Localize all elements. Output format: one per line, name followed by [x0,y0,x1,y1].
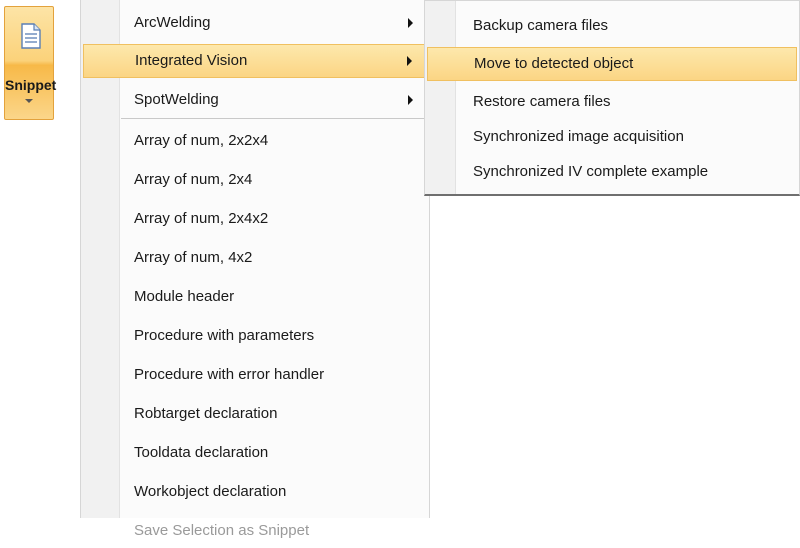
menu-item-save-selection-as-snippet: Save Selection as Snippet [83,514,427,548]
submenu-item-label: Move to detected object [474,55,634,72]
menu-item-module-header[interactable]: Module header [83,280,427,314]
menu-item-label: ArcWelding [134,14,211,31]
submenu-arrow-icon [408,18,413,28]
snippet-button-label: Snippet [5,77,57,93]
menu-item-array-4x2[interactable]: Array of num, 4x2 [83,241,427,275]
snippet-button[interactable]: Snippet [4,6,57,120]
menu-item-label: Module header [134,288,235,305]
snippet-menu: ArcWelding Integrated Vision SpotWelding… [80,0,430,539]
menu-item-tooldata-declaration[interactable]: Tooldata declaration [83,436,427,470]
menu-item-procedure-with-parameters[interactable]: Procedure with parameters [83,319,427,353]
submenu-item-synchronized-iv-complete-example[interactable]: Synchronized IV complete example [427,155,797,189]
menu-separator [121,118,427,119]
menu-item-label: SpotWelding [134,91,219,108]
submenu-item-label: Synchronized IV complete example [473,163,709,180]
submenu-arrow-icon [407,56,412,66]
menu-item-robtarget-declaration[interactable]: Robtarget declaration [83,397,427,431]
menu-item-label: Save Selection as Snippet [134,522,310,539]
document-icon [21,23,41,49]
submenu-item-restore-camera-files[interactable]: Restore camera files [427,85,797,119]
submenu-item-synchronized-image-acquisition[interactable]: Synchronized image acquisition [427,120,797,154]
submenu-item-label: Backup camera files [473,17,609,34]
menu-item-integrated-vision[interactable]: Integrated Vision [83,44,427,78]
submenu-item-move-to-detected-object[interactable]: Move to detected object [427,47,797,81]
menu-item-label: Array of num, 2x4x2 [134,210,269,227]
submenu-item-label: Restore camera files [473,93,611,110]
menu-item-label: Procedure with error handler [134,366,325,383]
chevron-down-icon [25,99,33,103]
menu-item-label: Robtarget declaration [134,405,278,422]
integrated-vision-submenu: Backup camera files Move to detected obj… [424,0,800,196]
menu-item-array-2x4x2[interactable]: Array of num, 2x4x2 [83,202,427,236]
menu-item-label: Array of num, 4x2 [134,249,253,266]
menu-item-array-2x2x4[interactable]: Array of num, 2x2x4 [83,124,427,158]
menu-item-label: Procedure with parameters [134,327,315,344]
submenu-item-backup-camera-files[interactable]: Backup camera files [427,9,797,43]
menu-item-spotwelding[interactable]: SpotWelding [83,83,427,117]
menu-item-label: Tooldata declaration [134,444,269,461]
menu-item-label: Array of num, 2x2x4 [134,132,269,149]
menu-item-label: Workobject declaration [134,483,287,500]
menu-item-procedure-with-error-handler[interactable]: Procedure with error handler [83,358,427,392]
menu-item-workobject-declaration[interactable]: Workobject declaration [83,475,427,509]
menu-item-array-2x4[interactable]: Array of num, 2x4 [83,163,427,197]
menu-item-arcwelding[interactable]: ArcWelding [83,6,427,40]
menu-item-label: Integrated Vision [135,52,248,69]
menu-item-label: Array of num, 2x4 [134,171,253,188]
submenu-arrow-icon [408,95,413,105]
submenu-item-label: Synchronized image acquisition [473,128,684,145]
